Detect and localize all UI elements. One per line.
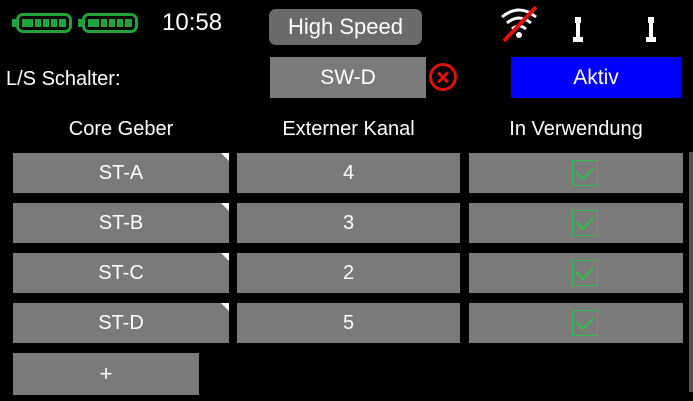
corner-marker-icon [221,203,229,211]
close-circle-icon[interactable] [429,63,457,91]
checkbox-checked-icon[interactable] [572,160,598,186]
scrollbar[interactable] [689,152,693,392]
switch-select-button[interactable]: SW-D [270,57,426,98]
checkbox-checked-icon[interactable] [572,310,598,336]
high-speed-button[interactable]: High Speed [269,9,422,45]
kanal-cell[interactable]: 5 [237,303,460,343]
stick-icon [573,17,583,42]
column-header-core-geber: Core Geber [68,118,174,140]
column-header-in-verwendung: In Verwendung [509,118,643,140]
geber-label: ST-D [98,312,144,334]
in-use-cell[interactable] [469,303,683,343]
in-use-cell[interactable] [469,153,683,193]
geber-label: ST-C [98,262,144,284]
corner-marker-icon [221,153,229,161]
geber-cell[interactable]: ST-C [13,253,229,293]
column-header-externer-kanal: Externer Kanal [282,118,415,140]
clock-time: 10:58 [162,9,223,36]
corner-marker-icon [221,253,229,261]
kanal-cell[interactable]: 3 [237,203,460,243]
geber-label: ST-A [98,162,144,184]
checkbox-checked-icon[interactable] [572,210,598,236]
switch-label: L/S Schalter: [6,68,121,90]
geber-label: ST-B [98,212,144,234]
checkbox-checked-icon[interactable] [572,260,598,286]
battery-icon [12,13,72,33]
kanal-cell[interactable]: 2 [237,253,460,293]
stick-icon [646,17,656,42]
geber-cell[interactable]: ST-B [13,203,229,243]
battery-icon [78,13,138,33]
corner-marker-icon [221,303,229,311]
signal-off-icon [501,5,538,43]
kanal-cell[interactable]: 4 [237,153,460,193]
geber-cell[interactable]: ST-A [13,153,229,193]
active-status-button[interactable]: Aktiv [511,57,681,98]
geber-cell[interactable]: ST-D [13,303,229,343]
in-use-cell[interactable] [469,203,683,243]
in-use-cell[interactable] [469,253,683,293]
add-row-button[interactable]: + [13,353,199,395]
